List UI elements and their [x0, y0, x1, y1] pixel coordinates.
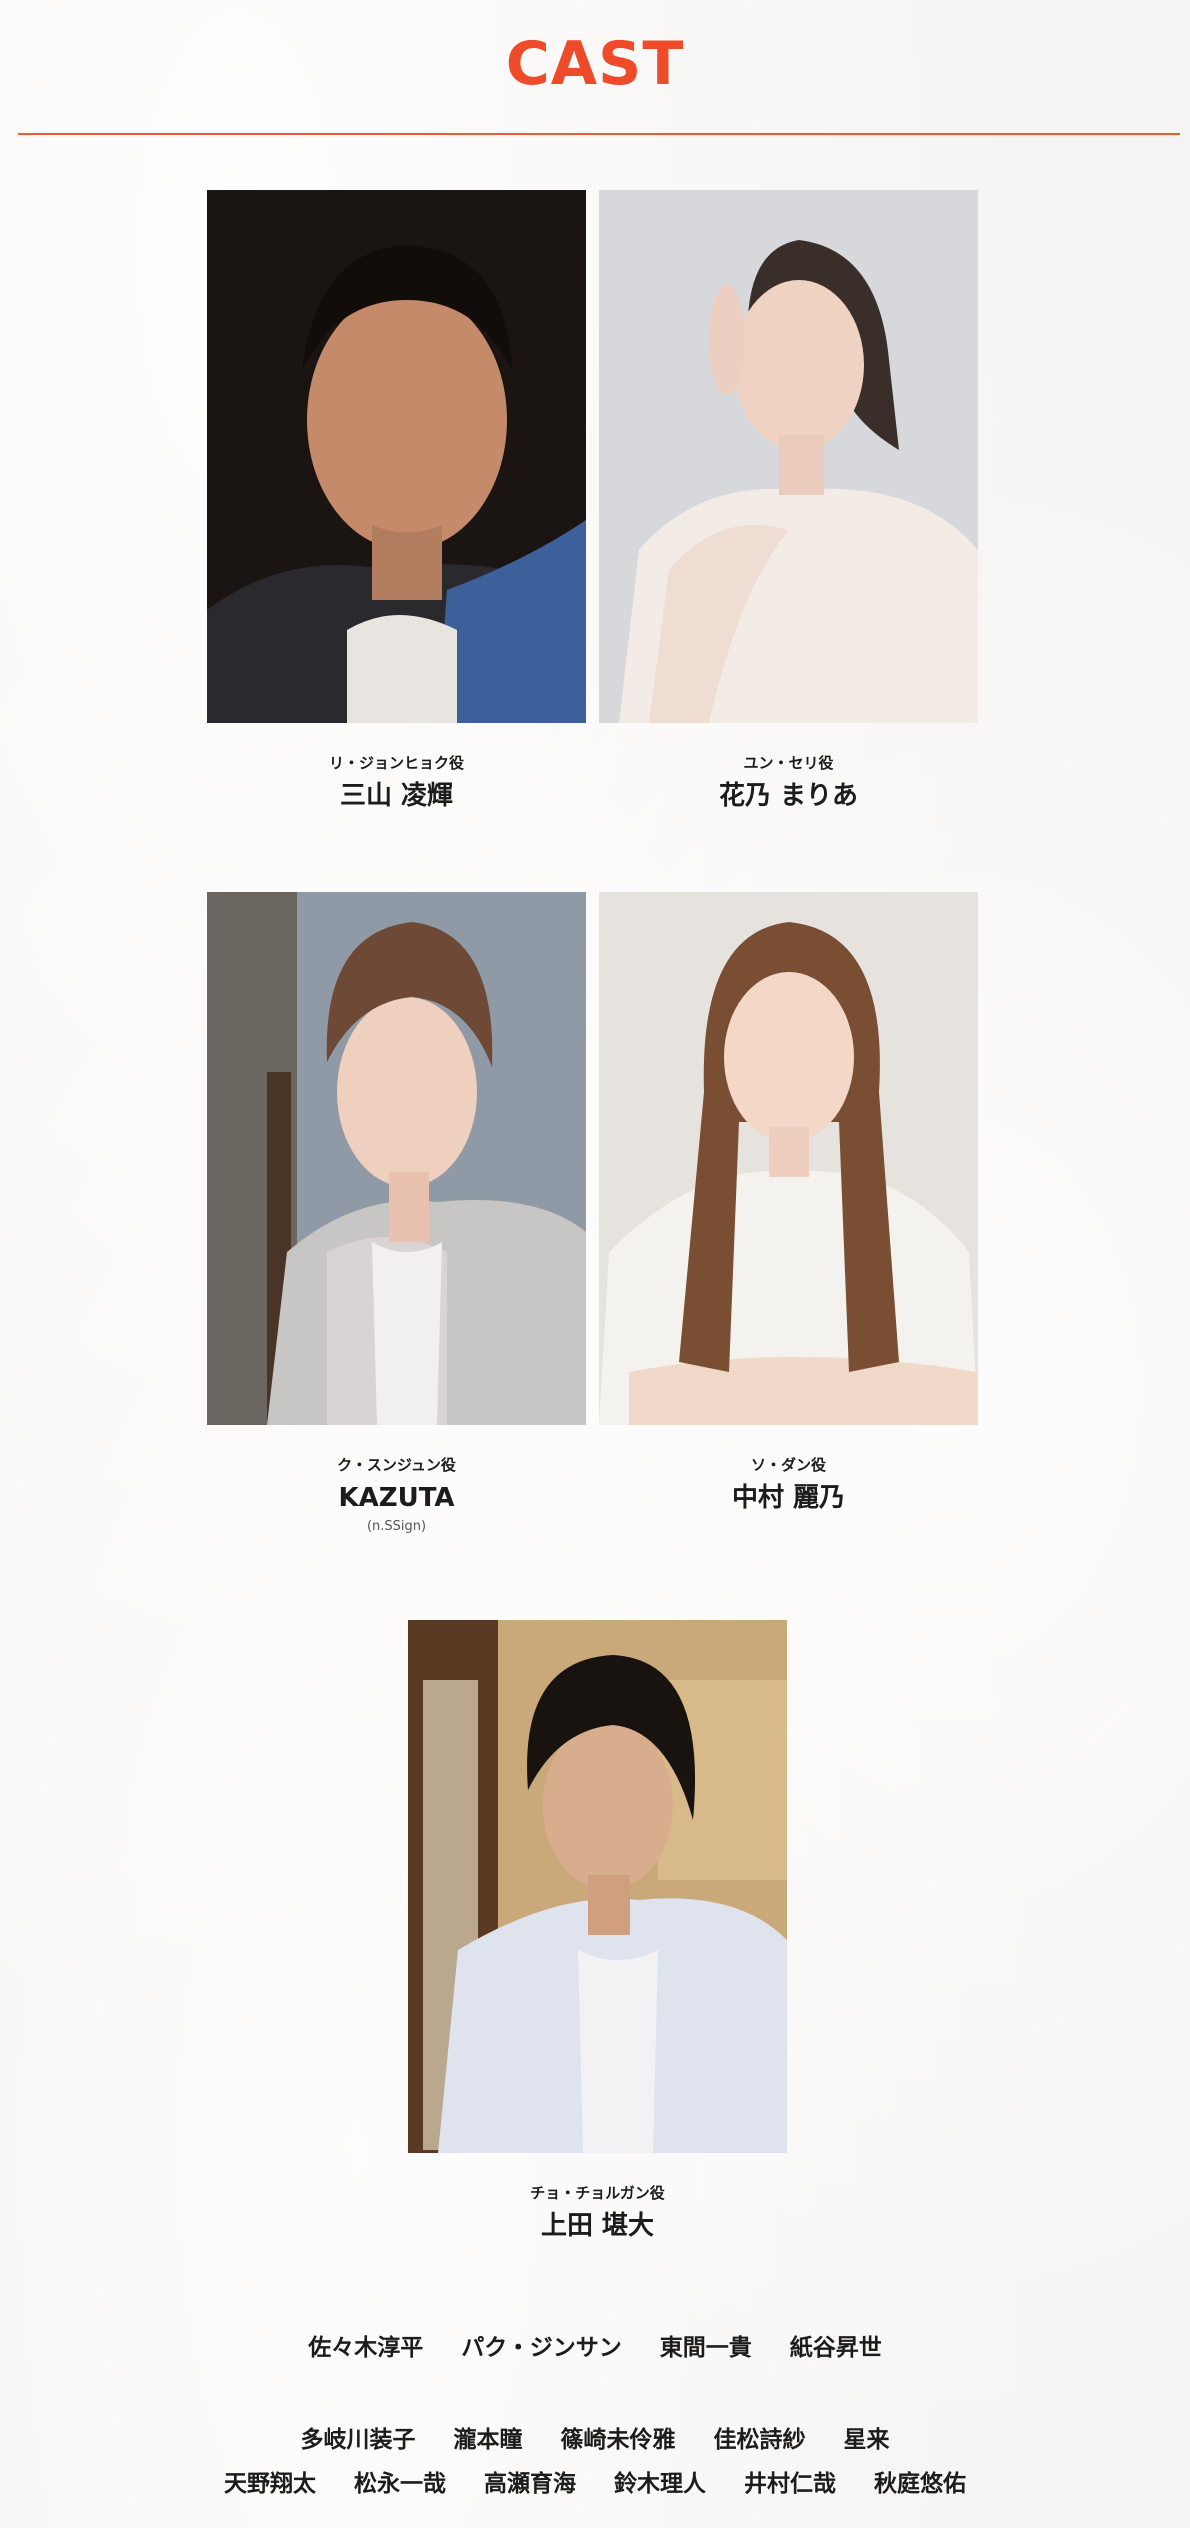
- ensemble-name: パク・ジンサン: [461, 2335, 622, 2361]
- cast-name: 花乃 まりあ: [718, 781, 859, 811]
- ensemble-name: 井村仁哉: [744, 2471, 836, 2497]
- ensemble-row: 佐々木淳平 パク・ジンサン 東間一貴 紙谷昇世: [0, 2328, 1190, 2362]
- cast-name: 中村 麗乃: [731, 1483, 846, 1513]
- cast-role: ク・スンジュン役: [337, 1456, 456, 1474]
- cast-name: KAZUTA: [338, 1483, 455, 1513]
- ensemble-name: 佳松詩紗: [713, 2427, 806, 2453]
- cast-photo: [599, 190, 978, 723]
- cast-role: ユン・セリ役: [743, 754, 834, 772]
- title-divider: [18, 133, 1180, 135]
- ensemble-name: 高瀬育海: [484, 2471, 576, 2497]
- cast-note: (n.SSign): [366, 1519, 427, 1534]
- ensemble-row: 多岐川装子 瀧本瞳 篠崎未伶雅 佳松詩紗 星来: [0, 2420, 1190, 2454]
- cast-name: 上田 堪大: [540, 2211, 655, 2241]
- ensemble-name: 鈴木理人: [614, 2471, 706, 2497]
- ensemble-name: 星来: [843, 2427, 890, 2453]
- cast-card: チョ・チョルガン役 上田 堪大: [408, 1620, 787, 2243]
- cast-role: チョ・チョルガン役: [530, 2184, 665, 2202]
- cast-role: リ・ジョンヒョク役: [328, 754, 464, 772]
- ensemble-name: 秋庭悠佑: [874, 2471, 966, 2497]
- cast-card: リ・ジョンヒョク役 三山 凌輝: [207, 190, 586, 813]
- ensemble-name: 多岐川装子: [300, 2427, 416, 2453]
- cast-role: ソ・ダン役: [750, 1456, 826, 1474]
- ensemble-name: 紙谷昇世: [789, 2335, 882, 2361]
- ensemble-name: 佐々木淳平: [308, 2335, 424, 2361]
- ensemble-name: 瀧本瞳: [453, 2427, 523, 2453]
- cast-photo: [599, 892, 978, 1425]
- cast-photo: [207, 190, 586, 723]
- section-title: CAST: [505, 29, 685, 99]
- cast-name: 三山 凌輝: [339, 781, 454, 811]
- ensemble-name: 篠崎未伶雅: [560, 2427, 676, 2453]
- cast-card: ユン・セリ役 花乃 まりあ: [599, 190, 978, 813]
- ensemble-row: 天野翔太 松永一哉 高瀬育海 鈴木理人 井村仁哉 秋庭悠佑: [0, 2464, 1190, 2498]
- ensemble-name: 天野翔太: [224, 2471, 316, 2497]
- cast-card: ソ・ダン役 中村 麗乃: [599, 892, 978, 1515]
- cast-photo: [207, 892, 586, 1425]
- ensemble-name: 東間一貴: [659, 2335, 752, 2361]
- cast-photo: [408, 1620, 787, 2153]
- cast-card: ク・スンジュン役 KAZUTA (n.SSign): [207, 892, 586, 1535]
- ensemble-name: 松永一哉: [354, 2471, 446, 2497]
